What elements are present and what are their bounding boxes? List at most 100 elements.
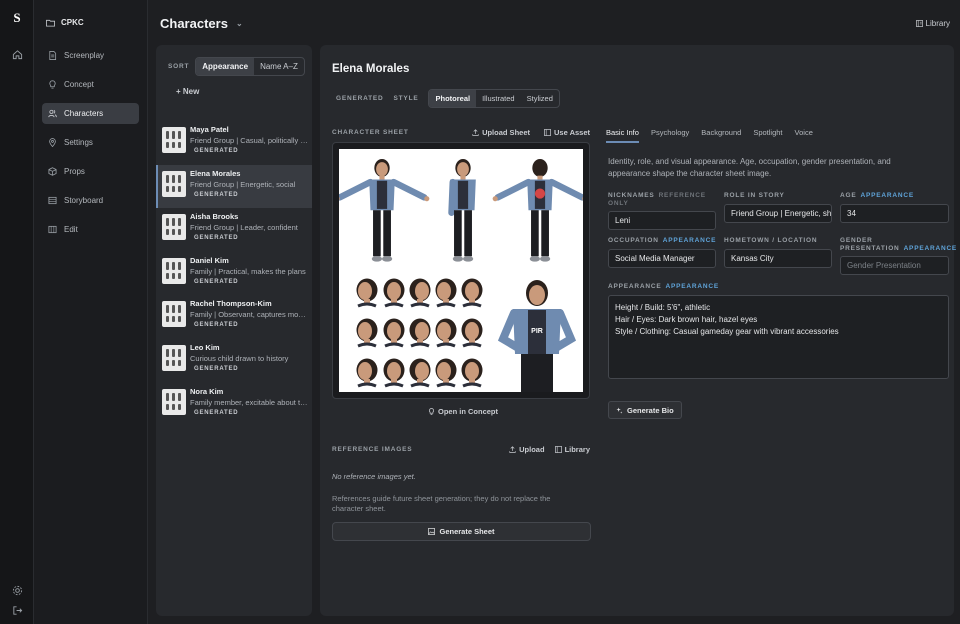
nicknames-label: NICKNAMES REFERENCE ONLY xyxy=(608,192,706,207)
sidebar-item-edit[interactable]: Edit xyxy=(42,219,139,240)
character-detail-panel: Elena Morales GENERATED STYLE Photoreal … xyxy=(320,45,956,616)
character-sheet-header: CHARACTER SHEET Upload Sheet Use Asset xyxy=(332,128,590,137)
sidebar-item-label: Props xyxy=(64,167,85,176)
tab-basic-info[interactable]: Basic Info xyxy=(606,128,639,143)
appearance-line: Hair / Eyes: Dark brown hair, hazel eyes xyxy=(615,314,758,324)
tab-psychology[interactable]: Psychology xyxy=(651,128,689,143)
appearance-line: Style / Clothing: Casual gameday gear wi… xyxy=(615,326,839,336)
character-list-item[interactable]: Maya Patel Friend Group | Casual, politic… xyxy=(156,121,312,165)
tab-voice[interactable]: Voice xyxy=(795,128,813,143)
sheet-head-face xyxy=(387,322,401,340)
sheet-pose-pants xyxy=(521,354,553,392)
nicknames-input[interactable]: Leni xyxy=(608,211,716,230)
document-icon xyxy=(49,51,57,60)
sheet-head-face xyxy=(415,282,429,300)
sheet-head-face xyxy=(465,322,479,340)
open-in-concept-label: Open in Concept xyxy=(438,407,498,416)
page-title-dropdown[interactable]: Characters ⌄ xyxy=(160,16,243,31)
character-summary: Friend Group | Energetic, social xyxy=(190,179,296,189)
generated-label: GENERATED xyxy=(336,95,384,102)
tab-spotlight[interactable]: Spotlight xyxy=(753,128,782,143)
character-summary: Family | Practical, makes the plans xyxy=(190,266,306,276)
sheet-head-collar xyxy=(462,382,482,388)
sheet-head-collar xyxy=(462,342,482,348)
upload-sheet-button[interactable]: Upload Sheet xyxy=(472,128,530,137)
box-icon xyxy=(48,167,57,176)
open-in-concept-button[interactable]: Open in Concept xyxy=(428,407,498,416)
sidebar-item-storyboard[interactable]: Storyboard xyxy=(42,190,139,211)
status-badge: GENERATED xyxy=(194,191,239,198)
library-icon xyxy=(915,20,923,27)
age-input[interactable]: 34 xyxy=(840,203,949,223)
sort-option-name[interactable]: Name A–Z xyxy=(254,58,304,75)
character-list-item[interactable]: Nora Kim Family member, excitable about t… xyxy=(156,383,312,427)
use-asset-label: Use Asset xyxy=(554,128,590,137)
sidebar-item-characters[interactable]: Characters xyxy=(42,103,139,124)
style-option-stylized[interactable]: Stylized xyxy=(521,90,559,107)
generate-sheet-button[interactable]: Generate Sheet xyxy=(332,522,591,541)
sidebar-item-screenplay[interactable]: Screenplay xyxy=(42,45,139,66)
film-icon xyxy=(48,196,57,205)
style-option-illustrated[interactable]: Illustrated xyxy=(476,90,521,107)
sidebar-item-concept[interactable]: Concept xyxy=(42,74,139,95)
character-thumbnail xyxy=(162,170,186,197)
character-list-item[interactable]: Daniel Kim Family | Practical, makes the … xyxy=(156,252,312,296)
sheet-head-collar xyxy=(357,302,377,308)
refs-library-button[interactable]: Library xyxy=(554,445,590,454)
sort-option-appearance[interactable]: Appearance xyxy=(196,58,255,75)
character-list-item[interactable]: Leo Kim Curious child drawn to history GEN… xyxy=(156,339,312,383)
gender-field: GENDER PRESENTATION APPEARANCE Gender Pre… xyxy=(840,237,956,275)
sheet-head-collar xyxy=(436,302,456,308)
sidebar-item-label: Storyboard xyxy=(64,196,104,205)
character-sheet-image: PIR xyxy=(334,149,588,392)
character-sheet-frame[interactable]: PIR xyxy=(332,142,590,399)
sheet-figure-side xyxy=(448,159,476,262)
role-input[interactable]: Friend Group | Energetic, sh xyxy=(724,203,832,223)
refs-library-label: Library xyxy=(564,445,590,454)
logout-icon[interactable] xyxy=(10,603,24,617)
use-asset-button[interactable]: Use Asset xyxy=(544,128,590,137)
reference-images-header: REFERENCE IMAGES Upload Library xyxy=(332,445,590,454)
character-sheet-illustration: PIR xyxy=(334,159,588,392)
character-summary: Curious child drawn to history xyxy=(190,353,289,363)
tab-background[interactable]: Background xyxy=(701,128,741,143)
sidebar-item-props[interactable]: Props xyxy=(42,161,139,182)
sidebar-item-label: Edit xyxy=(64,225,78,234)
sheet-head-collar xyxy=(436,342,456,348)
character-summary: Family | Observant, captures moments xyxy=(190,310,308,320)
app-logo[interactable]: S xyxy=(9,10,25,26)
sheet-head-collar xyxy=(436,382,456,388)
hometown-input[interactable]: Kansas City xyxy=(724,248,832,268)
sheet-head-face xyxy=(387,282,401,300)
hometown-label: HOMETOWN / LOCATION xyxy=(724,237,818,244)
new-character-button[interactable]: + New xyxy=(176,87,199,96)
page-title: Characters xyxy=(160,16,228,31)
style-option-photoreal[interactable]: Photoreal xyxy=(429,90,477,107)
references-help-text: References guide future sheet generation… xyxy=(332,494,551,513)
home-icon[interactable] xyxy=(10,47,24,61)
sidebar-item-settings[interactable]: Settings xyxy=(42,132,139,153)
library-icon xyxy=(544,129,551,136)
settings-gear-icon[interactable] xyxy=(10,583,24,597)
generate-bio-button[interactable]: Generate Bio xyxy=(608,401,682,419)
gender-input[interactable]: Gender Presentation xyxy=(840,256,949,275)
occupation-input[interactable]: Social Media Manager xyxy=(608,248,716,268)
upload-icon xyxy=(509,446,516,453)
sheet-head-face xyxy=(415,362,429,380)
library-button[interactable]: Library xyxy=(915,19,950,28)
sheet-pose-face xyxy=(529,285,545,305)
character-list: Maya Patel Friend Group | Casual, politic… xyxy=(156,121,312,426)
character-list-item[interactable]: Elena Morales Friend Group | Energetic, s… xyxy=(156,164,312,209)
project-switcher[interactable]: CPKC xyxy=(46,18,84,27)
character-list-item[interactable]: Aisha Brooks Friend Group | Leader, confi… xyxy=(156,208,312,252)
character-name: Daniel Kim xyxy=(190,255,229,265)
status-badge: GENERATED xyxy=(194,278,239,285)
sheet-head-face xyxy=(415,322,429,340)
role-field: ROLE IN STORY Friend Group | Energetic, … xyxy=(724,192,832,223)
sheet-figure-front xyxy=(334,159,430,262)
sheet-head-collar xyxy=(384,302,404,308)
refs-upload-button[interactable]: Upload xyxy=(509,445,545,454)
appearance-textarea[interactable]: Height / Build: 5'6", athletic Hair / Ey… xyxy=(608,294,949,379)
style-row: GENERATED STYLE Photoreal Illustrated St… xyxy=(336,89,560,108)
character-list-item[interactable]: Rachel Thompson-Kim Family | Observant, c… xyxy=(156,295,312,339)
